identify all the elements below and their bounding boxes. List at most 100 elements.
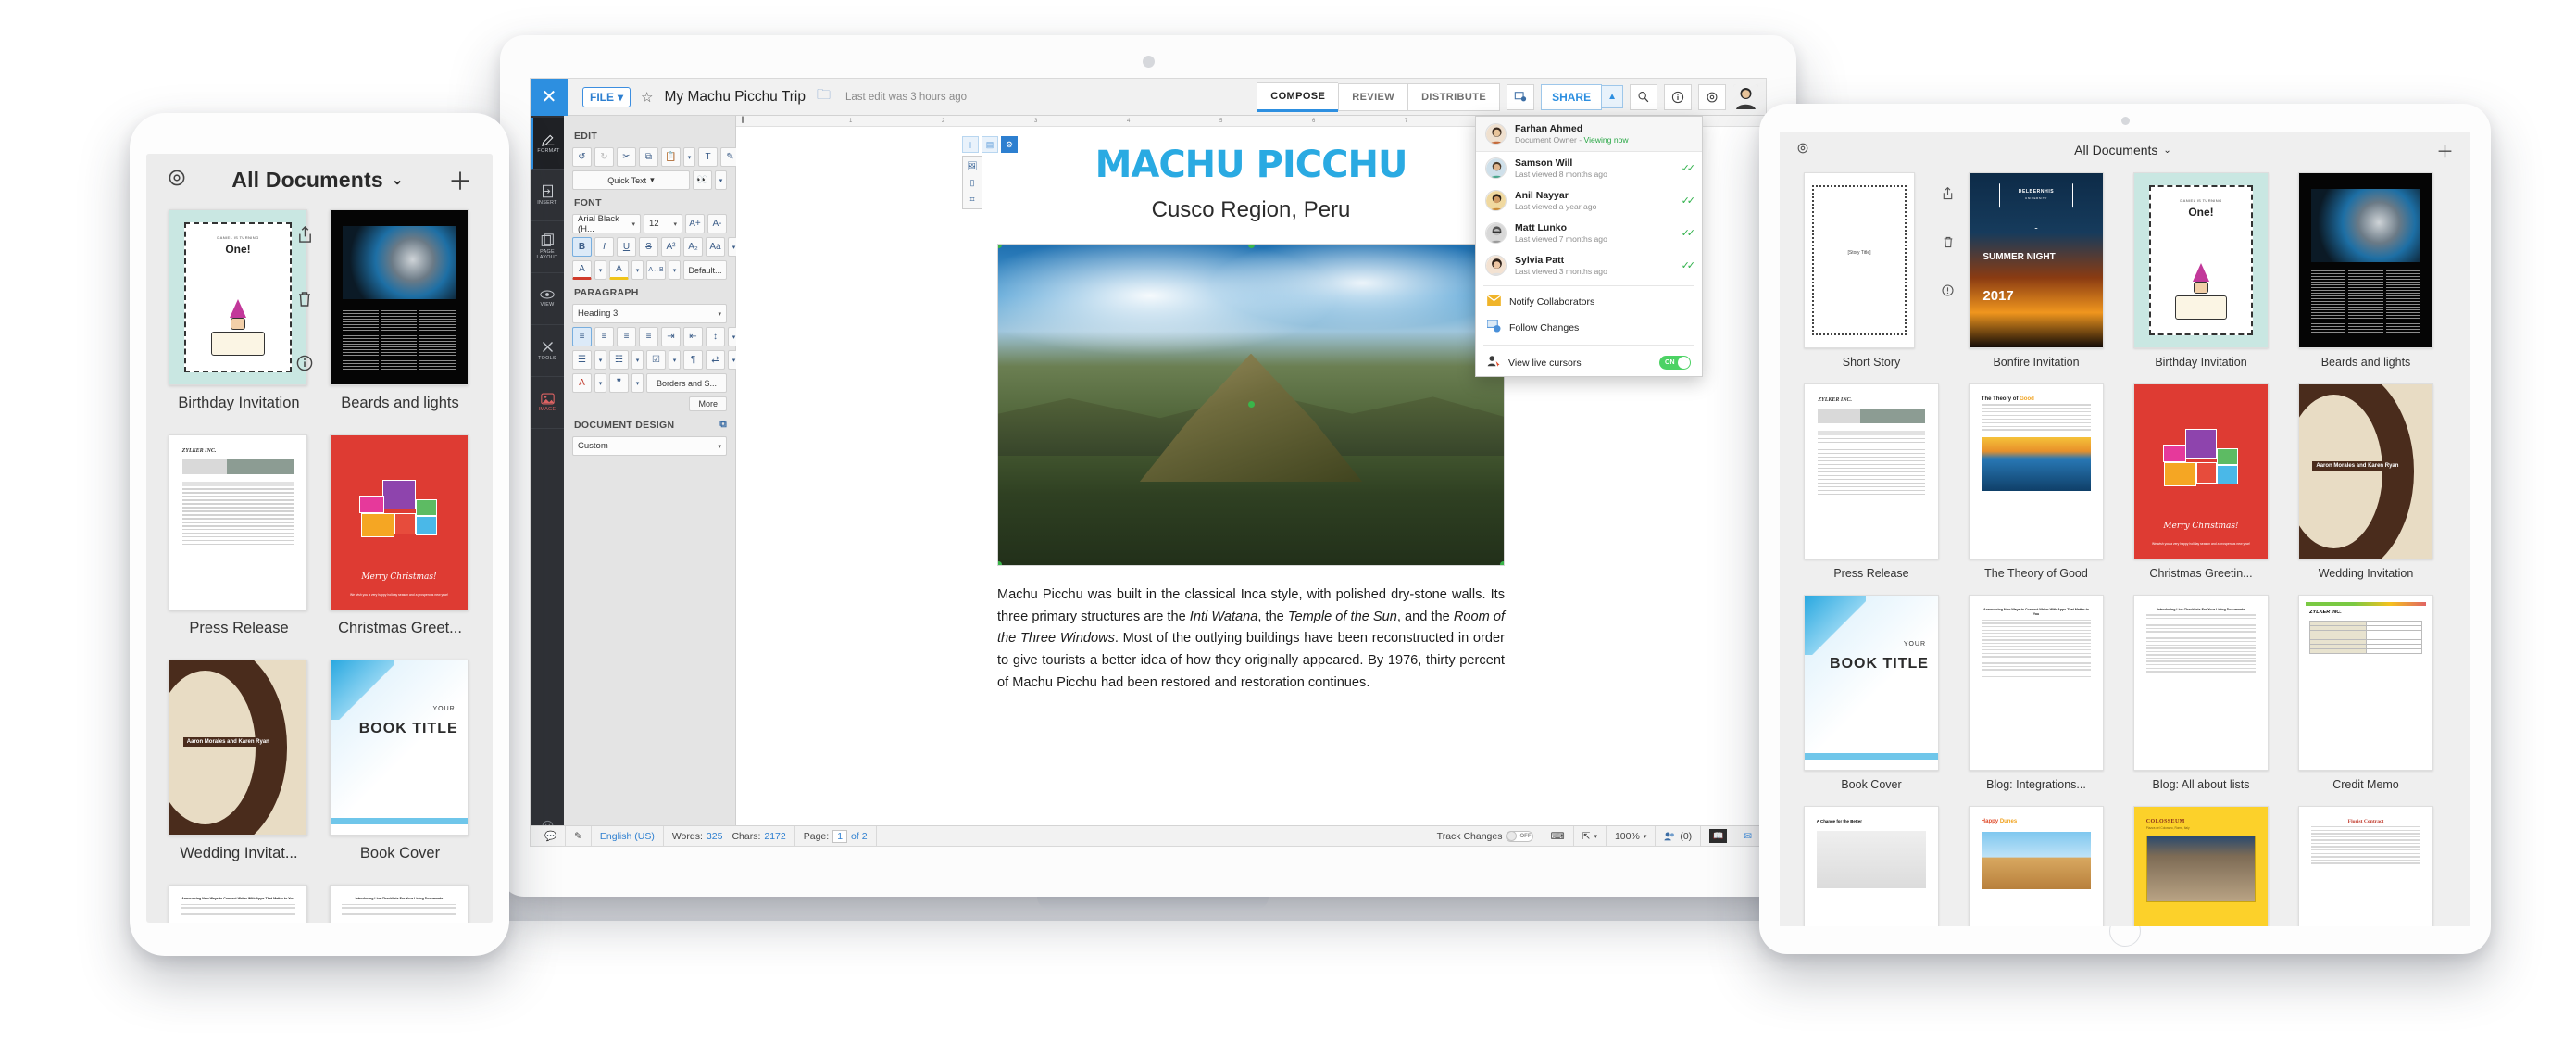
star-icon[interactable]: ☆ bbox=[641, 89, 653, 106]
char-spacing-caret-icon[interactable]: ▾ bbox=[669, 260, 681, 280]
follow-changes-item[interactable]: Follow Changes bbox=[1476, 314, 1702, 341]
notify-collaborators-item[interactable]: Notify Collaborators bbox=[1476, 290, 1702, 314]
underline-button[interactable]: U bbox=[617, 237, 636, 257]
find-caret-icon[interactable]: ▾ bbox=[715, 170, 727, 190]
list-item[interactable]: A Change for the Better Copyediting Blog bbox=[1804, 806, 1952, 926]
resize-handle[interactable] bbox=[1500, 561, 1504, 565]
list-item[interactable]: Aaron Morales and Karen Ryan Wedding Inv… bbox=[2298, 383, 2446, 580]
document-thumbnail[interactable] bbox=[2298, 172, 2433, 348]
list-item[interactable]: DELBERNHIS UNIVERSITY SUMMER NIGHT 2017 B… bbox=[1969, 172, 2117, 369]
share-icon[interactable] bbox=[297, 225, 313, 248]
document-thumbnail[interactable]: Happy Dunes bbox=[1969, 806, 2104, 926]
user-avatar[interactable] bbox=[1733, 84, 1758, 109]
collaborators-count[interactable]: (0) bbox=[1656, 825, 1702, 846]
document-thumbnail[interactable]: Aaron Morales and Karen Ryan bbox=[2298, 383, 2433, 559]
tab-distribute[interactable]: DISTRIBUTE bbox=[1407, 82, 1501, 111]
drop-cap-icon[interactable]: A bbox=[572, 373, 592, 393]
text-wrap-icon[interactable]: ⇄ bbox=[706, 350, 725, 370]
keyboard-icon[interactable]: ⌨ bbox=[1542, 825, 1574, 846]
rail-item-image[interactable]: IMAGE bbox=[531, 377, 564, 429]
document-body-paragraph[interactable]: Machu Picchu was built in the classical … bbox=[997, 585, 1505, 694]
bold-button[interactable]: B bbox=[572, 237, 592, 257]
add-icon[interactable]: ＋ bbox=[962, 136, 979, 153]
info-icon[interactable] bbox=[1664, 83, 1692, 110]
document-thumbnail[interactable]: Florist Contract bbox=[2298, 806, 2433, 926]
page-value[interactable]: 1 bbox=[832, 829, 848, 843]
document-thumbnail[interactable]: Aaron Morales and Karen Ryan bbox=[169, 660, 307, 836]
bullet-list-icon[interactable]: ☰ bbox=[572, 350, 592, 370]
file-menu-button[interactable]: FILE ▾ bbox=[582, 86, 631, 107]
collaborator-row[interactable]: Matt Lunko Last viewed 7 months ago ✓✓ bbox=[1476, 217, 1702, 249]
list-item[interactable]: Introducing Live Checklists For Your Liv… bbox=[2133, 595, 2282, 791]
document-thumbnail[interactable]: Introducing Live Checklists For Your Liv… bbox=[2133, 595, 2269, 771]
list-item[interactable]: COLOSSEUM Piazza del Colosseo, Rome, Ita… bbox=[2133, 806, 2282, 926]
popout-icon[interactable]: ⧉ bbox=[719, 419, 727, 431]
quote-icon[interactable]: ❞ bbox=[609, 373, 629, 393]
list-item[interactable]: Merry Christmas! We wish you a very happ… bbox=[330, 434, 470, 637]
change-case-button[interactable]: Aa bbox=[706, 237, 725, 257]
page-indicator[interactable]: Page: 1 of 2 bbox=[795, 825, 877, 846]
document-thumbnail[interactable]: Announcing New Ways to Connect Writer Wi… bbox=[169, 885, 307, 923]
collaborator-row[interactable]: Anil Nayyar Last viewed a year ago ✓✓ bbox=[1476, 184, 1702, 217]
document-thumbnail[interactable]: YOUR BOOK TITLE bbox=[1804, 595, 1939, 771]
document-thumbnail[interactable]: Introducing Live Checklists For Your Liv… bbox=[330, 885, 469, 923]
document-thumbnail[interactable]: The Theory of Good bbox=[1969, 383, 2104, 559]
track-changes-toggle[interactable]: OFF bbox=[1506, 830, 1534, 842]
document-thumbnail[interactable]: DANIEL IS TURNING One! bbox=[2133, 172, 2269, 348]
paragraph-style-select[interactable]: Heading 3 ▾ bbox=[572, 304, 727, 323]
paste-caret-icon[interactable]: ▾ bbox=[683, 147, 695, 167]
reading-mode-icon[interactable]: 📖 bbox=[1701, 826, 1735, 847]
rail-item-view[interactable]: VIEW bbox=[531, 273, 564, 325]
indent-decrease-icon[interactable]: ⇤ bbox=[683, 327, 703, 346]
quote-caret-icon[interactable]: ▾ bbox=[631, 373, 644, 393]
document-thumbnail[interactable]: ZYLKER INC. bbox=[2298, 595, 2433, 771]
image-replace-icon[interactable]: 🖼 bbox=[965, 159, 980, 172]
copy-icon[interactable]: ⧉ bbox=[639, 147, 658, 167]
image-border-icon[interactable]: ▯ bbox=[965, 176, 980, 189]
rail-item-insert[interactable]: INSERT bbox=[531, 170, 564, 221]
paste-icon[interactable]: 📋 bbox=[661, 147, 681, 167]
list-item[interactable]: ZYLKER INC. Press Release bbox=[169, 434, 309, 637]
document-title[interactable]: My Machu Picchu Trip bbox=[664, 89, 805, 106]
mail-icon[interactable]: ✉ bbox=[1735, 826, 1760, 847]
page-subtitle[interactable]: Cusco Region, Peru bbox=[997, 197, 1505, 223]
document-page[interactable]: MACHU PICCHU Cusco Region, Peru ＋ ▤ ⚙ 🖼 … bbox=[955, 127, 1547, 695]
list-item[interactable]: ZYLKER INC. Credit Memo bbox=[2298, 595, 2446, 791]
collaborator-owner-row[interactable]: Farhan Ahmed Document Owner - Viewing no… bbox=[1476, 117, 1702, 152]
right-tablet-title-group[interactable]: All Documents ⌄ bbox=[1809, 143, 2436, 157]
list-item[interactable]: Beards and lights bbox=[2298, 172, 2446, 369]
checklist-icon[interactable]: ☑ bbox=[646, 350, 666, 370]
undo-icon[interactable]: ↺ bbox=[572, 147, 592, 167]
gear-icon[interactable] bbox=[1698, 83, 1726, 110]
justify-icon[interactable]: ≡ bbox=[639, 327, 658, 346]
live-cursors-toggle[interactable]: ON bbox=[1659, 356, 1691, 370]
subscript-button[interactable]: A₂ bbox=[683, 237, 703, 257]
info-icon[interactable] bbox=[296, 355, 313, 376]
document-thumbnail[interactable]: Merry Christmas! We wish you a very happ… bbox=[2133, 383, 2269, 559]
rail-item-format[interactable]: FORMAT bbox=[531, 118, 564, 170]
edit-note-icon[interactable]: ✎ bbox=[566, 825, 592, 846]
image-anchor-handle[interactable] bbox=[1248, 401, 1255, 408]
fit-page-icon[interactable]: ⇱ ▾ bbox=[1574, 825, 1607, 846]
share-icon[interactable] bbox=[1942, 186, 1954, 203]
language-selector[interactable]: English (US) bbox=[592, 825, 664, 846]
list-item[interactable]: DANIEL IS TURNING One! Birthday Invitati… bbox=[169, 209, 313, 412]
indent-increase-icon[interactable]: ⇥ bbox=[661, 327, 681, 346]
cut-icon[interactable]: ✂ bbox=[617, 147, 636, 167]
list-item[interactable]: Announcing New Ways to Connect Writer Wi… bbox=[169, 885, 309, 923]
track-changes-group[interactable]: Track Changes OFF bbox=[1429, 826, 1543, 847]
zoom-level[interactable]: 100% ▾ bbox=[1607, 825, 1657, 846]
close-icon[interactable]: ✕ bbox=[531, 79, 568, 116]
document-thumbnail[interactable]: ZYLKER INC. bbox=[169, 434, 307, 610]
document-thumbnail[interactable]: DANIEL IS TURNING One! bbox=[169, 209, 307, 385]
collaborator-row[interactable]: Sylvia Patt Last viewed 3 months ago ✓✓ bbox=[1476, 249, 1702, 282]
resize-handle[interactable] bbox=[998, 561, 1002, 565]
list-item[interactable]: YOUR BOOK TITLE Book Cover bbox=[1804, 595, 1952, 791]
font-color-icon[interactable]: A bbox=[572, 260, 592, 280]
notification-icon[interactable] bbox=[1507, 83, 1535, 110]
align-center-icon[interactable]: ≡ bbox=[594, 327, 614, 346]
document-thumbnail[interactable]: A Change for the Better bbox=[1804, 806, 1939, 926]
document-thumbnail[interactable]: DELBERNHIS UNIVERSITY SUMMER NIGHT 2017 bbox=[1969, 172, 2104, 348]
italic-button[interactable]: I bbox=[594, 237, 614, 257]
checklist-caret-icon[interactable]: ▾ bbox=[669, 350, 681, 370]
